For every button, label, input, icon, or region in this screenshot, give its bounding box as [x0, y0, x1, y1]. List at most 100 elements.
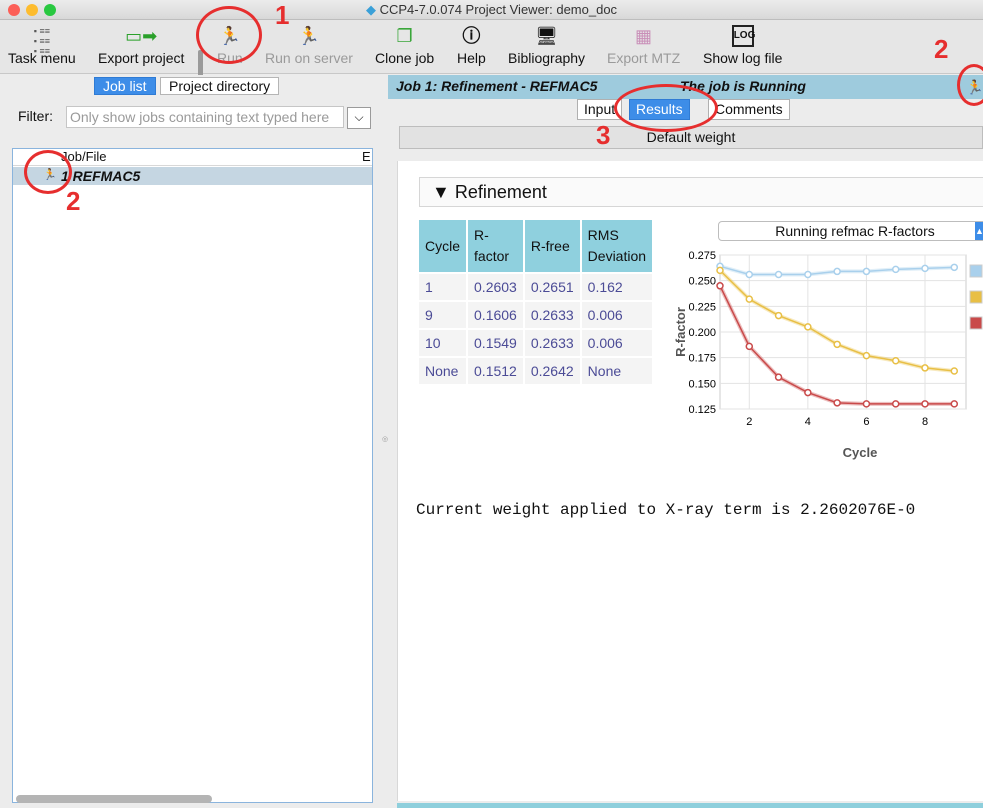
cycle-column-header: Cycle	[419, 220, 467, 272]
show-log-file-button[interactable]: LOG Show log file	[703, 22, 782, 66]
data-point	[716, 282, 724, 290]
callout-number: 2	[934, 34, 949, 64]
table-cell: 9	[419, 302, 467, 328]
help-button[interactable]: ⓘ Help	[457, 22, 486, 66]
x-tick-label: 8	[922, 416, 928, 428]
chevron-down-icon: ⌵	[354, 110, 364, 124]
filter-dropdown-button[interactable]: ⌵	[347, 107, 371, 129]
export-mtz-label: Export MTZ	[607, 50, 681, 66]
export-project-button[interactable]: ▭➡ Export project	[98, 22, 184, 66]
chevron-updown-icon: ▲▼	[975, 222, 983, 240]
table-cell: 0.1549	[468, 330, 523, 356]
job-row-label: 1 REFMAC5	[61, 168, 141, 184]
table-cell: 0.162	[581, 274, 653, 300]
y-tick-label: 0.225	[688, 301, 716, 313]
tab-comments[interactable]: Comments	[708, 99, 790, 120]
legend-swatch	[969, 264, 983, 278]
table-cell: None	[419, 358, 467, 384]
data-point	[716, 266, 724, 275]
y-tick-label: 0.250	[688, 276, 716, 288]
rms-deviation-column-header: RMS Deviation	[581, 220, 653, 272]
help-icon: ⓘ	[462, 26, 481, 46]
x-tick-label: 6	[863, 416, 869, 428]
callout-number: 1	[275, 0, 290, 30]
data-point	[891, 400, 900, 408]
bibliography-button[interactable]: 🖥 Bibliography	[508, 22, 585, 66]
export-project-icon: ▭➡	[125, 26, 158, 46]
log-text: Current weight applied to X-ray term is …	[416, 501, 916, 519]
table-row: 9 0.1606 0.2633 0.006	[419, 302, 653, 328]
table-cell: 1	[419, 274, 467, 300]
table-cell: 0.2633	[524, 330, 580, 356]
filter-input[interactable]: Only show jobs containing text typed her…	[66, 106, 344, 128]
table-cell: 10	[419, 330, 467, 356]
legend-swatch	[969, 290, 983, 304]
clone-job-button[interactable]: ❐ Clone job	[375, 22, 434, 66]
y-tick-label: 0.175	[688, 353, 716, 365]
table-row: None 0.1512 0.2642 None	[419, 358, 653, 384]
data-point	[804, 323, 812, 331]
table-cell: 0.006	[581, 330, 653, 356]
job-row-callout-circle	[24, 150, 72, 194]
help-label: Help	[457, 50, 486, 66]
data-point	[745, 270, 754, 279]
y-tick-label: 0.200	[688, 327, 716, 339]
job-tree[interactable]: Job/File E 🏃 1 REFMAC5	[12, 148, 373, 803]
chart-selector[interactable]: Running refmac R-factors ▲▼	[718, 221, 983, 241]
legend-swatch	[969, 316, 983, 330]
y-tick-label: 0.125	[688, 404, 716, 416]
table-cell: 0.2633	[524, 302, 580, 328]
data-point	[774, 373, 783, 381]
job-title: Job 1: Refinement - REFMAC5	[396, 78, 598, 94]
table-cell: 0.2603	[468, 274, 523, 300]
close-window-button[interactable]	[8, 4, 20, 16]
bibliography-label: Bibliography	[508, 50, 586, 66]
clone-job-icon: ❐	[396, 26, 413, 46]
job-status-callout-circle	[957, 64, 983, 106]
callout-number: 2	[66, 186, 81, 216]
table-cell: 0.2651	[524, 274, 580, 300]
ccp4-diamond-icon: ◆	[365, 2, 376, 17]
table-cell: 0.006	[581, 302, 653, 328]
task-menu-button[interactable]: ▪ ≡≡ ▪ ≡≡ ▪ ≡≡ Task menu	[8, 22, 76, 66]
results-report-page: ▼ Refinement Cycle R- factor R-free RMS …	[397, 161, 983, 801]
show-log-file-label: Show log file	[703, 50, 783, 66]
data-point	[833, 340, 841, 349]
zoom-window-button[interactable]	[44, 4, 56, 16]
data-point	[921, 264, 929, 273]
tab-job-list[interactable]: Job list	[94, 77, 156, 95]
refinement-section-title: Refinement	[454, 182, 547, 202]
callout-number: 3	[596, 120, 611, 150]
table-row: 1 0.2603 0.2651 0.162	[419, 274, 653, 300]
bibliography-icon: 🖥	[535, 26, 558, 46]
refinement-section-header[interactable]: ▼ Refinement	[419, 177, 983, 207]
tab-project-directory[interactable]: Project directory	[160, 77, 280, 95]
table-cell: 0.2642	[524, 358, 580, 384]
panel-splitter[interactable]: ◎	[381, 75, 388, 808]
r-free-column-header: R-free	[524, 220, 580, 272]
data-point	[862, 400, 871, 408]
table-cell: 0.1512	[468, 358, 523, 384]
log-file-icon: LOG	[731, 25, 755, 47]
data-point	[804, 388, 812, 397]
main-toolbar: ▪ ≡≡ ▪ ≡≡ ▪ ≡≡ Task menu ▭➡ Export project…	[0, 20, 983, 88]
disclosure-triangle-icon[interactable]: ▼	[432, 182, 450, 202]
table-row: 10 0.1549 0.2633 0.006	[419, 330, 653, 356]
data-point	[862, 267, 871, 276]
data-point	[921, 364, 929, 372]
job-tree-column-e-header[interactable]: E	[362, 149, 371, 164]
data-point	[774, 311, 783, 320]
project-viewer-window: ◆ CCP4-7.0.074 Project Viewer: demo_doc …	[0, 0, 983, 808]
refinement-table: Cycle R- factor R-free RMS Deviation 1 0…	[417, 218, 654, 386]
r-factor-chart: 0.125 0.150 0.175 0.200 0.225 0.250 0.275 2 4 6 8 C…	[673, 250, 983, 460]
run-callout-circle	[196, 6, 262, 64]
export-mtz-button[interactable]: ▦ Export MTZ	[607, 22, 680, 66]
job-list-horizontal-scrollbar[interactable]	[16, 795, 212, 803]
x-axis-label: Cycle	[843, 445, 878, 460]
export-project-label: Export project	[98, 50, 185, 66]
data-point	[950, 263, 959, 272]
minimize-window-button[interactable]	[26, 4, 38, 16]
chart-selector-value: Running refmac R-factors	[775, 223, 935, 239]
data-point	[950, 367, 959, 375]
data-point	[833, 267, 841, 276]
